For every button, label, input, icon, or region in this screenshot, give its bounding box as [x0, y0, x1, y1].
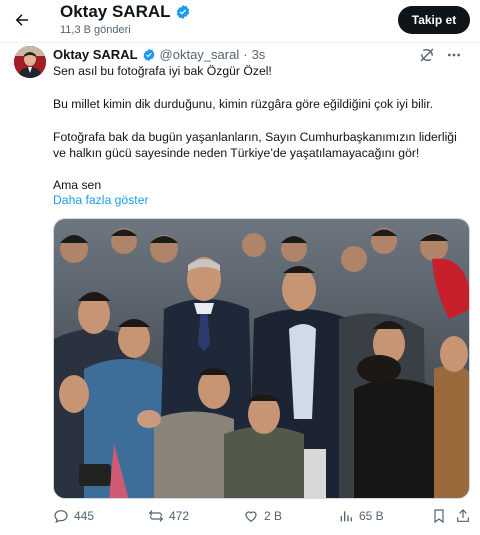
views-chart-icon: [340, 511, 352, 522]
avatar-image: [14, 46, 46, 78]
tweet-text-line: Fotoğrafa bak da bugün yaşanlanların, Sa…: [53, 130, 457, 144]
grok-icon[interactable]: [418, 46, 436, 64]
arrow-left-icon: [15, 14, 28, 26]
reply-count: 445: [74, 509, 95, 523]
reply-icon: [54, 510, 68, 524]
repost-icon: [148, 510, 164, 522]
post-count: 11,3 B gönderi: [60, 24, 131, 36]
bookmark-button[interactable]: [431, 508, 447, 524]
more-options-icon[interactable]: [445, 46, 463, 64]
tweet-text-line: Bu millet kimin dik durduğunu, kimin rüz…: [53, 97, 434, 111]
verified-badge-icon: [143, 48, 155, 61]
repost-button[interactable]: 472: [148, 508, 189, 524]
tweet-header: Oktay SARAL @oktay_saral · 3s: [53, 47, 265, 62]
bookmark-icon: [434, 509, 444, 524]
heart-icon: [245, 511, 257, 523]
show-more-link[interactable]: Daha fazla göster: [53, 193, 149, 207]
views-button[interactable]: 65 B: [338, 508, 384, 524]
tweet-photo[interactable]: [53, 218, 470, 499]
avatar[interactable]: [14, 46, 46, 78]
like-count: 2 B: [264, 509, 283, 523]
author-handle[interactable]: @oktay_saral: [160, 47, 240, 62]
profile-header: Oktay SARAL 11,3 B gönderi Takip et: [0, 0, 480, 40]
header-divider: [0, 42, 480, 43]
share-button[interactable]: [455, 508, 471, 524]
repost-count: 472: [169, 509, 190, 523]
meta-separator: ·: [243, 47, 248, 62]
tweet-actions: 445 472 2 B 65 B: [53, 508, 470, 528]
back-button[interactable]: [10, 8, 34, 32]
profile-name: Oktay SARAL: [60, 2, 191, 22]
reply-button[interactable]: 445: [53, 508, 94, 524]
like-button[interactable]: 2 B: [243, 508, 282, 524]
share-icon: [457, 509, 469, 522]
post-time[interactable]: 3s: [252, 47, 266, 62]
profile-name-text: Oktay SARAL: [60, 2, 171, 21]
author-name[interactable]: Oktay SARAL: [53, 47, 138, 62]
crowd-photo-image: [54, 219, 469, 498]
follow-button[interactable]: Takip et: [398, 6, 470, 34]
verified-badge-icon: [176, 5, 189, 19]
tweet-text-line: Ama sen: [53, 178, 102, 192]
tweet-text-line: Sen asıl bu fotoğrafa iyi bak Özgür Özel…: [53, 64, 272, 78]
tweet-text-line: ve halkın gücü sayesinde neden Türkiye’d…: [53, 146, 420, 160]
views-count: 65 B: [359, 509, 384, 523]
